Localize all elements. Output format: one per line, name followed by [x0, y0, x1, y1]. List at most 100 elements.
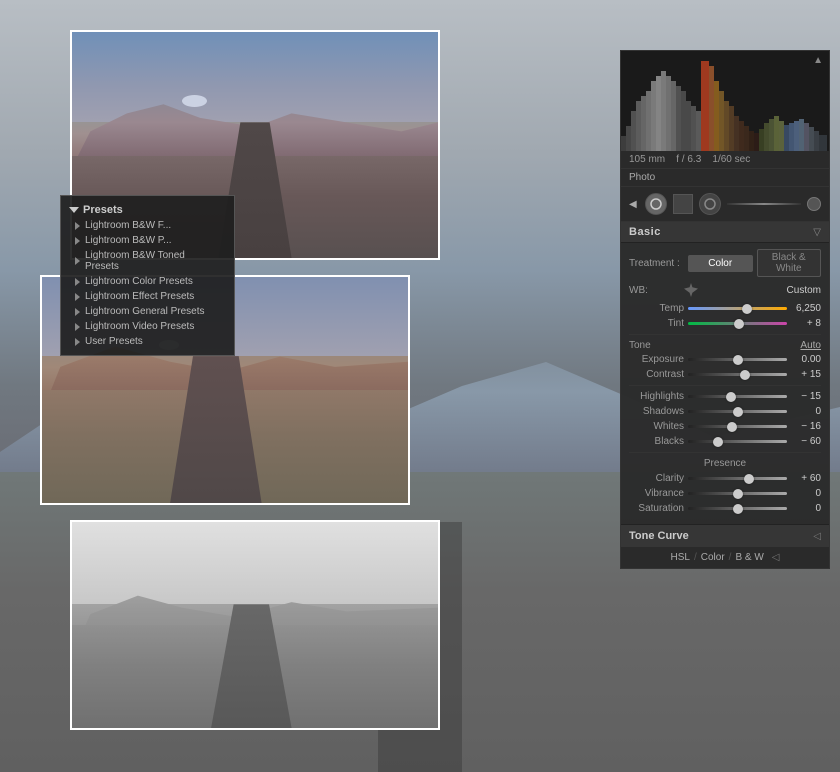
preset-item-2[interactable]: Lightroom B&W P...	[61, 233, 234, 248]
tool-strip: ◀	[621, 187, 829, 222]
preset-arrow-icon-4	[75, 278, 80, 286]
transform-tool-button[interactable]	[673, 194, 693, 214]
preset-item-7[interactable]: Lightroom Video Presets	[61, 319, 234, 334]
preset-arrow-icon-8	[75, 338, 80, 346]
preset-arrow-icon-3	[75, 257, 80, 265]
saturation-thumb[interactable]	[733, 504, 743, 514]
highlights-thumb[interactable]	[726, 392, 736, 402]
temp-thumb[interactable]	[742, 304, 752, 314]
preset-item-5[interactable]: Lightroom Effect Presets	[61, 289, 234, 304]
saturation-slider[interactable]	[688, 507, 787, 510]
focal-length: 105 mm	[629, 154, 665, 165]
clarity-value: + 60	[791, 473, 821, 484]
auto-button[interactable]: Auto	[800, 340, 821, 351]
tone-curve-arrow-icon: ◁	[813, 531, 821, 542]
blacks-thumb[interactable]	[713, 437, 723, 447]
crop-tool-button[interactable]	[645, 193, 667, 215]
hsl-bar: HSL / Color / B & W ◁	[621, 547, 829, 568]
vibrance-thumb[interactable]	[733, 489, 743, 499]
shadows-slider-row: Shadows 0	[629, 406, 821, 417]
histogram-expand-icon[interactable]: ▲	[813, 55, 823, 66]
preset-arrow-icon-1	[75, 222, 80, 230]
preset-arrow-icon-5	[75, 293, 80, 301]
basic-section-arrow: ▽	[813, 227, 821, 238]
preset-item-3[interactable]: Lightroom B&W Toned Presets	[61, 248, 234, 274]
camera-info-bar: 105 mm f / 6.3 1/60 sec	[621, 151, 829, 169]
main-container: Presets Lightroom B&W F... Lightroom B&W…	[0, 0, 840, 772]
clarity-thumb[interactable]	[744, 474, 754, 484]
tone-curve-label: Tone Curve	[629, 530, 689, 542]
whites-slider[interactable]	[688, 425, 787, 428]
temp-value: 6,250	[791, 303, 821, 314]
divider-3	[629, 452, 821, 453]
saturation-value: 0	[791, 503, 821, 514]
whites-thumb[interactable]	[727, 422, 737, 432]
highlights-label: Highlights	[629, 391, 684, 402]
whites-slider-row: Whites − 16	[629, 421, 821, 432]
shadows-slider[interactable]	[688, 410, 787, 413]
basic-controls: Treatment : Color Black & White WB: Cust…	[621, 243, 829, 524]
hsl-sep-1: /	[694, 552, 697, 563]
hsl-arrow-icon: ◁	[772, 552, 780, 563]
saturation-slider-row: Saturation 0	[629, 503, 821, 514]
basic-section-header[interactable]: Basic ▽	[621, 222, 829, 243]
eyedropper-icon[interactable]	[684, 283, 698, 297]
divider-2	[629, 385, 821, 386]
clarity-slider[interactable]	[688, 477, 787, 480]
temp-label: Temp	[629, 303, 684, 314]
hsl-sep-2: /	[729, 552, 732, 563]
temp-slider-row: Temp 6,250	[629, 303, 821, 314]
vibrance-slider-row: Vibrance 0	[629, 488, 821, 499]
bw-treatment-button[interactable]: Black & White	[757, 249, 822, 277]
photo-collage	[60, 20, 480, 750]
wb-label: WB:	[629, 285, 684, 296]
treatment-label: Treatment :	[629, 258, 684, 269]
shutter-speed: 1/60 sec	[712, 154, 750, 165]
bw-tab[interactable]: B & W	[735, 552, 763, 563]
photo-label: Photo	[621, 169, 829, 187]
contrast-value: + 15	[791, 369, 821, 380]
preset-arrow-icon-2	[75, 237, 80, 245]
preset-arrow-icon-7	[75, 323, 80, 331]
vibrance-slider[interactable]	[688, 492, 787, 495]
vibrance-label: Vibrance	[629, 488, 684, 499]
color-treatment-button[interactable]: Color	[688, 255, 753, 272]
contrast-slider-row: Contrast + 15	[629, 369, 821, 380]
spot-removal-button[interactable]	[699, 193, 721, 215]
blacks-slider[interactable]	[688, 440, 787, 443]
hsl-tab[interactable]: HSL	[671, 552, 690, 563]
tone-auto-row: Tone Auto	[629, 340, 821, 351]
tint-slider[interactable]	[688, 322, 787, 325]
preset-item-8[interactable]: User Presets	[61, 334, 234, 349]
photo-sky	[72, 32, 438, 122]
histogram-chart	[621, 51, 829, 151]
spot-removal-icon	[704, 198, 716, 210]
contrast-thumb[interactable]	[740, 370, 750, 380]
temp-slider[interactable]	[688, 307, 787, 310]
tool-slider	[727, 203, 801, 205]
saturation-label: Saturation	[629, 503, 684, 514]
photo-bw-sky	[72, 522, 438, 604]
exposure-slider[interactable]	[688, 358, 787, 361]
tint-thumb[interactable]	[734, 319, 744, 329]
tone-curve-section[interactable]: Tone Curve ◁	[621, 524, 829, 547]
arrow-left-icon[interactable]: ◀	[629, 199, 637, 210]
tone-label: Tone	[629, 340, 651, 351]
tool-dot-indicator	[807, 197, 821, 211]
wb-row: WB: Custom	[629, 283, 821, 297]
preset-item-1[interactable]: Lightroom B&W F...	[61, 218, 234, 233]
preset-item-4[interactable]: Lightroom Color Presets	[61, 274, 234, 289]
exposure-value: 0.00	[791, 354, 821, 365]
blacks-slider-row: Blacks − 60	[629, 436, 821, 447]
shadows-thumb[interactable]	[733, 407, 743, 417]
presets-title: Presets	[83, 204, 123, 216]
treatment-row: Treatment : Color Black & White	[629, 249, 821, 277]
highlights-value: − 15	[791, 391, 821, 402]
exposure-thumb[interactable]	[733, 355, 743, 365]
blacks-value: − 60	[791, 436, 821, 447]
preset-item-6[interactable]: Lightroom General Presets	[61, 304, 234, 319]
contrast-slider[interactable]	[688, 373, 787, 376]
tint-slider-row: Tint + 8	[629, 318, 821, 329]
highlights-slider[interactable]	[688, 395, 787, 398]
color-tab[interactable]: Color	[701, 552, 725, 563]
